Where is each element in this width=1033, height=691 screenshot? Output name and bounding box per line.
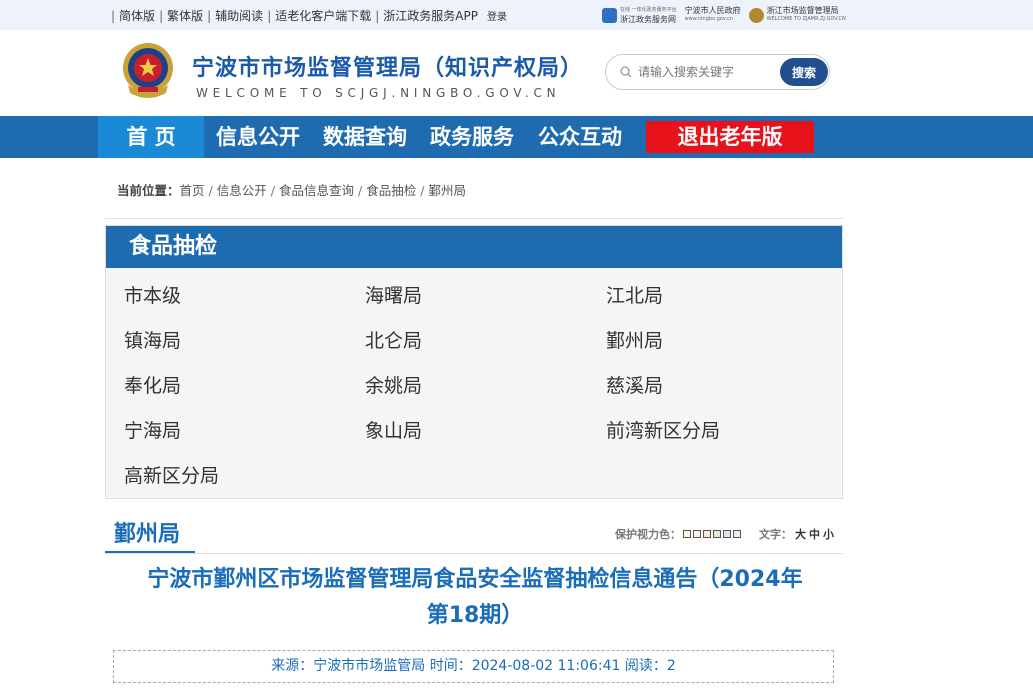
site-subtitle: WELCOME TO SCJGJ.NINGBO.GOV.CN xyxy=(196,86,561,100)
category-item[interactable]: 北仑局 xyxy=(365,326,422,353)
category-item[interactable]: 前湾新区分局 xyxy=(606,416,720,443)
top-bar: | 简体版 | 繁体版 | 辅助阅读 | 适老化客户端下载 | 浙江政务服务AP… xyxy=(0,0,1033,30)
text-size-medium[interactable]: 中 xyxy=(809,528,820,541)
portal-sub: 在线 一体化政务服务平台 xyxy=(620,7,677,13)
portal-ningbo-gov[interactable]: 宁波市人民政府 www.ningbo.gov.cn xyxy=(685,6,741,24)
portal-sub: WELCOME TO ZJAMR.ZJ.GOV.CN xyxy=(766,16,846,22)
category-item[interactable]: 余姚局 xyxy=(365,371,422,398)
separator: | xyxy=(375,8,380,23)
eye-care-label: 保护视力色： xyxy=(615,528,681,541)
search-input[interactable] xyxy=(638,63,778,81)
breadcrumb-label: 当前位置： xyxy=(117,183,180,198)
eye-color-swatch[interactable] xyxy=(713,530,721,538)
link-elderly-client-download[interactable]: 适老化客户端下载 xyxy=(275,7,371,24)
nav-home[interactable]: 首 页 xyxy=(98,116,204,158)
separator: | xyxy=(267,8,272,23)
breadcrumb-separator: / xyxy=(420,183,425,198)
nav-gov-service[interactable]: 政务服务 xyxy=(430,116,514,158)
search-icon xyxy=(620,66,632,78)
text-size-large[interactable]: 大 xyxy=(795,528,806,541)
article-title-line: 宁波市鄞州区市场监督管理局食品安全监督抽检信息通告（2024年 xyxy=(147,567,803,592)
link-traditional[interactable]: 繁体版 xyxy=(167,7,203,24)
category-item[interactable]: 高新区分局 xyxy=(124,461,219,488)
article-title-line: 第18期） xyxy=(426,603,524,628)
link-assisted-reading[interactable]: 辅助阅读 xyxy=(215,7,263,24)
breadcrumb-food-sampling[interactable]: 食品抽检 xyxy=(366,183,416,198)
article-title: 宁波市鄞州区市场监督管理局食品安全监督抽检信息通告（2024年 第18期） xyxy=(110,562,840,634)
separator: | xyxy=(207,8,212,23)
link-zhejiang-app[interactable]: 浙江政务服务APP xyxy=(383,7,478,24)
portal-title: 浙江市场监督管理局 xyxy=(766,6,839,15)
login-link[interactable]: 登录 xyxy=(487,8,507,23)
category-panel: 食品抽检 市本级 海曙局 江北局 镇海局 北仑局 鄞州局 奉化局 余姚局 慈溪局… xyxy=(105,225,843,499)
breadcrumb-separator: / xyxy=(358,183,363,198)
text-size-small[interactable]: 小 xyxy=(823,528,834,541)
text-size-label: 文字： xyxy=(759,528,792,541)
breadcrumb: 当前位置：首页 / 信息公开 / 食品信息查询 / 食品抽检 / 鄞州局 xyxy=(117,180,466,199)
category-item[interactable]: 海曙局 xyxy=(365,281,422,308)
category-item[interactable]: 镇海局 xyxy=(124,326,181,353)
category-item[interactable]: 江北局 xyxy=(606,281,663,308)
divider xyxy=(105,218,843,219)
portal-zjamr[interactable]: 浙江市场监督管理局 WELCOME TO ZJAMR.ZJ.GOV.CN xyxy=(748,6,846,24)
breadcrumb-yinzhou[interactable]: 鄞州局 xyxy=(428,183,466,198)
portal-title: 浙江政务服务网 xyxy=(620,15,676,24)
portal-sub: www.ningbo.gov.cn xyxy=(684,16,733,22)
eye-care-colors: 保护视力色： xyxy=(615,526,741,542)
exit-elderly-mode-button[interactable]: 退出老年版 xyxy=(646,121,814,153)
search-button[interactable]: 搜索 xyxy=(780,58,828,86)
breadcrumb-home[interactable]: 首页 xyxy=(180,183,205,198)
separator: | xyxy=(111,8,116,23)
eye-color-swatch[interactable] xyxy=(693,530,701,538)
article-meta: 来源：宁波市市场监管局 时间：2024-08-02 11:06:41 阅读：2 xyxy=(113,650,834,683)
category-item[interactable]: 奉化局 xyxy=(124,371,181,398)
category-item[interactable]: 鄞州局 xyxy=(606,326,663,353)
category-item[interactable]: 慈溪局 xyxy=(606,371,663,398)
breadcrumb-separator: / xyxy=(270,183,275,198)
portal-title: 宁波市人民政府 xyxy=(684,6,741,15)
category-item[interactable]: 宁海局 xyxy=(124,416,181,443)
eye-color-swatch[interactable] xyxy=(723,530,731,538)
category-item[interactable]: 象山局 xyxy=(365,416,422,443)
top-links: | 简体版 | 繁体版 | 辅助阅读 | 适老化客户端下载 | 浙江政务服务AP… xyxy=(107,7,507,24)
portal-links: 在线 一体化政务服务平台 浙江政务服务网 宁波市人民政府 www.ningbo.go… xyxy=(602,6,854,24)
zjamr-emblem-icon xyxy=(748,7,764,23)
zjzwfw-logo-icon xyxy=(602,7,617,23)
breadcrumb-info-public[interactable]: 信息公开 xyxy=(217,183,267,198)
breadcrumb-food-info-query[interactable]: 食品信息查询 xyxy=(279,183,354,198)
link-simplified[interactable]: 简体版 xyxy=(119,7,155,24)
section-title: 鄞州局 xyxy=(114,522,181,547)
portal-zjzwfw[interactable]: 在线 一体化政务服务平台 浙江政务服务网 xyxy=(602,6,677,24)
nav-data-query[interactable]: 数据查询 xyxy=(323,116,407,158)
category-title: 食品抽检 xyxy=(106,226,842,268)
separator: | xyxy=(159,8,164,23)
divider xyxy=(105,553,843,554)
main-nav: 首 页 信息公开 数据查询 政务服务 公众互动 退出老年版 xyxy=(0,116,1033,158)
nav-info-public[interactable]: 信息公开 xyxy=(216,116,300,158)
text-size-control: 文字：大中小 xyxy=(759,526,834,542)
breadcrumb-separator: / xyxy=(208,183,213,198)
category-item[interactable]: 市本级 xyxy=(124,281,181,308)
eye-color-swatch[interactable] xyxy=(733,530,741,538)
nav-public-interaction[interactable]: 公众互动 xyxy=(538,116,622,158)
eye-color-swatch[interactable] xyxy=(703,530,711,538)
market-supervision-emblem-icon xyxy=(123,43,173,98)
search-box: 搜索 xyxy=(605,54,830,90)
site-title: 宁波市市场监督管理局（知识产权局） xyxy=(192,56,584,81)
eye-color-swatch[interactable] xyxy=(683,530,691,538)
